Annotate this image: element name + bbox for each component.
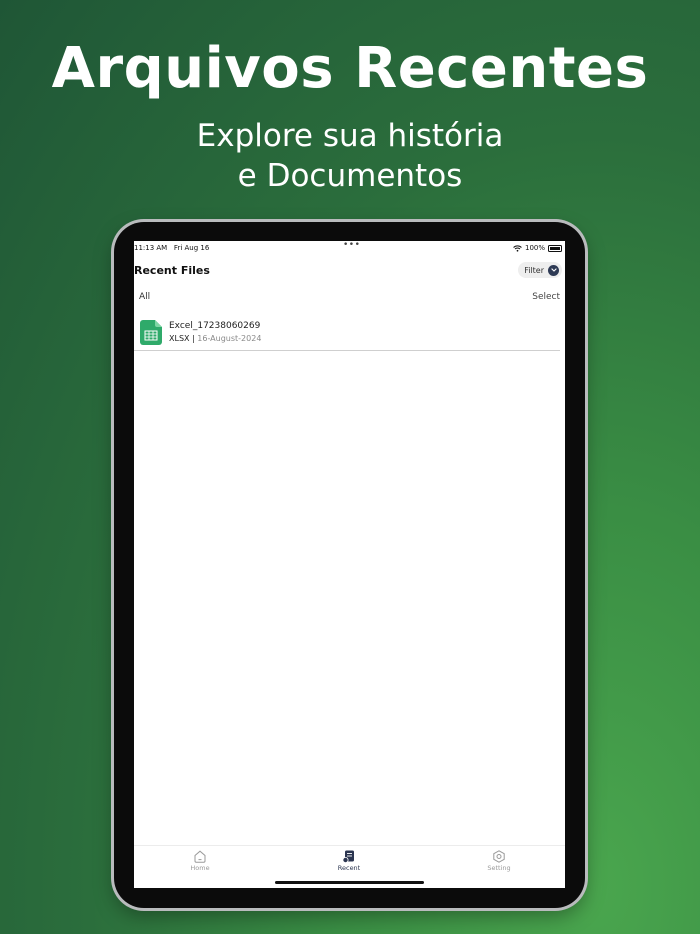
promo-headline: Arquivos Recentes bbox=[51, 36, 649, 101]
recent-document-icon bbox=[342, 850, 354, 863]
promo-subline: Explore sua história e Documentos bbox=[0, 116, 700, 196]
file-type: XLSX bbox=[169, 334, 190, 343]
tab-recent[interactable]: Recent bbox=[319, 850, 379, 872]
app-screen: 11:13 AM Fri Aug 16 ••• 100% Recent File… bbox=[134, 241, 565, 888]
chevron-down-icon bbox=[548, 264, 559, 276]
battery-icon bbox=[548, 244, 562, 252]
file-date: 16-August-2024 bbox=[197, 334, 262, 343]
tab-home[interactable]: Home bbox=[170, 850, 230, 872]
all-tab[interactable]: All bbox=[139, 292, 150, 302]
tab-home-label: Home bbox=[190, 864, 210, 872]
file-name: Excel_17238060269 bbox=[169, 321, 261, 331]
tab-setting-label: Setting bbox=[487, 864, 511, 872]
filter-label: Filter bbox=[524, 265, 544, 275]
home-indicator[interactable] bbox=[275, 881, 424, 884]
wifi-icon bbox=[513, 244, 522, 252]
status-clock: 11:13 AM bbox=[134, 244, 168, 252]
spreadsheet-file-icon bbox=[140, 320, 162, 345]
filter-button[interactable]: Filter bbox=[518, 262, 562, 278]
promo-subline-line-1: Explore sua história bbox=[196, 118, 504, 154]
home-icon bbox=[194, 850, 206, 863]
status-date: Fri Aug 16 bbox=[173, 244, 210, 252]
status-bar: 11:13 AM Fri Aug 16 ••• 100% bbox=[134, 241, 565, 255]
battery-percent: 100% bbox=[524, 244, 545, 252]
multitasking-dots-icon[interactable]: ••• bbox=[343, 241, 360, 250]
select-button[interactable]: Select bbox=[532, 292, 560, 302]
file-list-item[interactable]: Excel_17238060269 XLSX | 16-August-2024 bbox=[134, 317, 560, 351]
tab-setting[interactable]: Setting bbox=[469, 850, 529, 872]
tab-recent-label: Recent bbox=[337, 864, 361, 872]
gear-icon bbox=[493, 850, 505, 863]
promo-subline-line-2: e Documentos bbox=[237, 158, 463, 194]
status-indicators: 100% bbox=[513, 244, 562, 252]
page-title: Recent Files bbox=[134, 264, 210, 277]
file-meta: XLSX | 16-August-2024 bbox=[169, 334, 261, 343]
status-time: 11:13 AM Fri Aug 16 bbox=[134, 244, 209, 252]
tab-bar: Home Recent Setting bbox=[134, 845, 565, 888]
